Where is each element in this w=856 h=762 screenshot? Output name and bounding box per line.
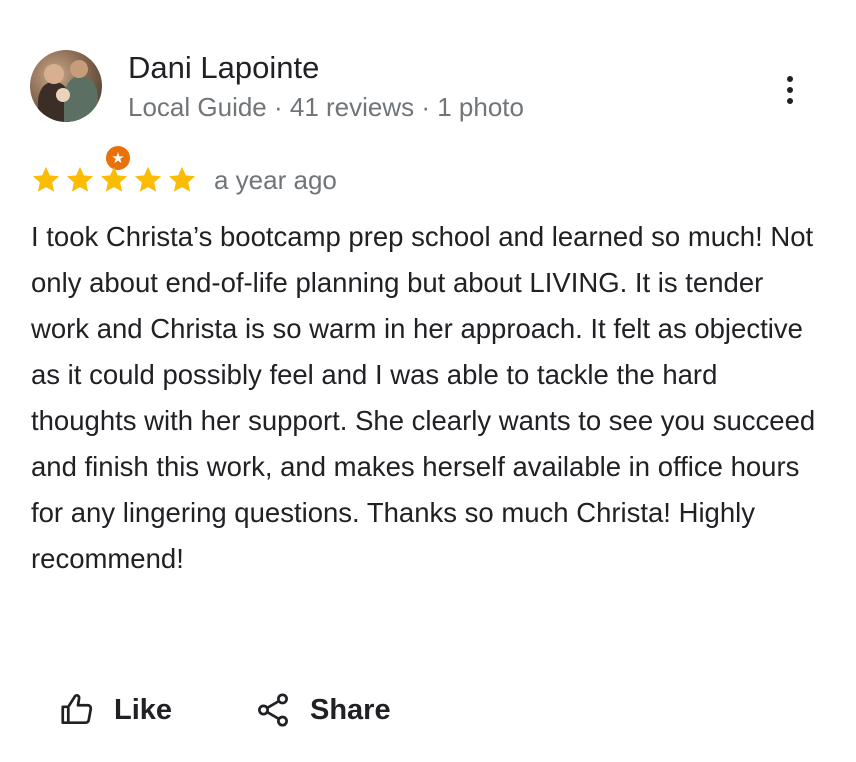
more-vert-icon-dot: [787, 87, 793, 93]
thumbs-up-icon: [61, 693, 93, 725]
star-rating: [30, 164, 198, 196]
star-icon: [100, 166, 128, 192]
like-label: Like: [114, 693, 173, 726]
rating-row: a year ago: [30, 162, 337, 198]
more-vert-icon: [787, 76, 793, 82]
reviewer-meta[interactable]: Local Guide · 41 reviews · 1 photo: [128, 92, 524, 123]
share-label: Share: [310, 693, 391, 726]
more-vert-icon-dot: [787, 98, 793, 104]
star-icon: [66, 166, 94, 192]
reviewer-avatar[interactable]: ★: [30, 50, 132, 172]
star-icon: [32, 166, 60, 192]
share-icon: [258, 693, 288, 727]
more-options-button[interactable]: [772, 70, 808, 110]
review-text: I took Christa’s bootcamp prep school an…: [31, 221, 816, 574]
like-button[interactable]: Like: [58, 686, 172, 734]
star-icon: [134, 166, 162, 192]
avatar-photo: [30, 50, 102, 122]
reviewer-name[interactable]: Dani Lapointe: [128, 50, 319, 86]
review-card: ★ Dani Lapointe Local Guide · 41 reviews…: [0, 0, 856, 762]
star-icon: [168, 166, 196, 192]
review-time: a year ago: [214, 164, 337, 195]
share-button[interactable]: Share: [254, 686, 391, 734]
